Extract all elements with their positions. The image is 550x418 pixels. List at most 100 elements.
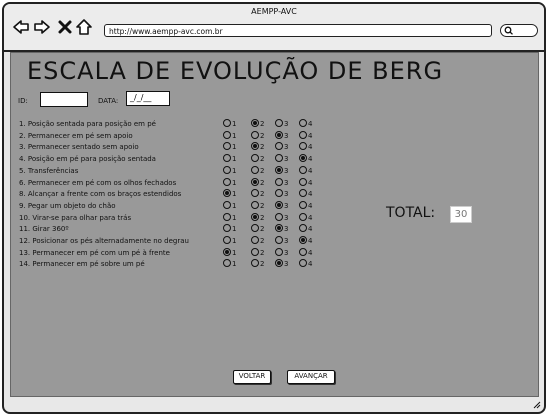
radio-button[interactable]	[223, 154, 231, 163]
score-option[interactable]: 1	[223, 177, 236, 188]
score-option[interactable]: 4	[299, 224, 312, 234]
radio-button[interactable]	[251, 165, 259, 174]
radio-button[interactable]	[251, 142, 259, 151]
radio-button[interactable]	[251, 177, 259, 186]
radio-button[interactable]	[223, 165, 231, 174]
radio-button[interactable]	[251, 259, 259, 268]
radio-button[interactable]	[275, 154, 283, 163]
score-option[interactable]: 1	[223, 200, 236, 211]
score-option[interactable]: 3	[275, 259, 288, 269]
score-option[interactable]: 4	[299, 130, 312, 141]
radio-button[interactable]	[299, 177, 307, 186]
score-option[interactable]: 1	[223, 224, 236, 234]
score-option[interactable]: 1	[223, 165, 236, 176]
radio-button[interactable]	[223, 212, 231, 221]
radio-button[interactable]	[223, 236, 231, 244]
score-option[interactable]: 3	[275, 142, 288, 152]
radio-button[interactable]	[275, 165, 283, 174]
date-field[interactable]: _/_/__	[126, 91, 170, 106]
score-option[interactable]: 4	[299, 200, 312, 211]
score-option[interactable]: 4	[299, 259, 312, 269]
radio-button[interactable]	[275, 224, 283, 233]
next-button[interactable]: AVANÇAR	[287, 370, 335, 384]
url-input[interactable]: http://www.aempp-avc.com.br	[104, 24, 492, 37]
score-option[interactable]: 3	[275, 177, 288, 188]
score-option[interactable]: 2	[251, 142, 264, 152]
score-option[interactable]: 2	[251, 165, 264, 176]
score-option[interactable]: 1	[223, 236, 236, 246]
radio-button[interactable]	[299, 130, 307, 139]
score-option[interactable]: 4	[299, 189, 312, 199]
radio-button[interactable]	[223, 200, 231, 209]
score-option[interactable]: 1	[223, 189, 236, 199]
radio-button[interactable]	[223, 247, 231, 256]
radio-button[interactable]	[275, 177, 283, 186]
id-field[interactable]	[40, 92, 88, 107]
score-option[interactable]: 2	[251, 247, 264, 258]
radio-button[interactable]	[299, 259, 307, 268]
score-option[interactable]: 1	[223, 212, 236, 223]
radio-button[interactable]	[251, 189, 259, 198]
radio-button[interactable]	[223, 142, 231, 151]
score-option[interactable]: 2	[251, 224, 264, 234]
score-option[interactable]: 3	[275, 189, 288, 199]
score-option[interactable]: 1	[223, 119, 236, 129]
score-option[interactable]: 2	[251, 130, 264, 141]
back-button[interactable]: VOLTAR	[233, 370, 271, 384]
radio-button[interactable]	[275, 259, 283, 268]
score-option[interactable]: 3	[275, 119, 288, 129]
radio-button[interactable]	[223, 259, 231, 268]
radio-button[interactable]	[299, 247, 307, 256]
score-option[interactable]: 1	[223, 142, 236, 152]
radio-button[interactable]	[223, 177, 231, 186]
score-option[interactable]: 2	[251, 259, 264, 269]
score-option[interactable]: 1	[223, 247, 236, 258]
radio-button[interactable]	[299, 165, 307, 174]
radio-button[interactable]	[299, 154, 307, 163]
score-option[interactable]: 2	[251, 212, 264, 223]
radio-button[interactable]	[223, 119, 231, 127]
radio-button[interactable]	[299, 200, 307, 209]
score-option[interactable]: 3	[275, 236, 288, 246]
radio-button[interactable]	[275, 119, 283, 127]
radio-button[interactable]	[251, 130, 259, 139]
radio-button[interactable]	[275, 200, 283, 209]
radio-button[interactable]	[275, 130, 283, 139]
score-option[interactable]: 2	[251, 177, 264, 188]
score-option[interactable]: 2	[251, 200, 264, 211]
score-option[interactable]: 4	[299, 154, 312, 164]
radio-button[interactable]	[223, 189, 231, 198]
score-option[interactable]: 3	[275, 130, 288, 141]
score-option[interactable]: 2	[251, 154, 264, 164]
radio-button[interactable]	[299, 119, 307, 127]
score-option[interactable]: 3	[275, 200, 288, 211]
radio-button[interactable]	[299, 142, 307, 151]
score-option[interactable]: 4	[299, 142, 312, 152]
score-option[interactable]: 2	[251, 119, 264, 129]
score-option[interactable]: 4	[299, 165, 312, 176]
score-option[interactable]: 3	[275, 165, 288, 176]
close-icon[interactable]	[56, 18, 74, 36]
radio-button[interactable]	[275, 236, 283, 244]
radio-button[interactable]	[275, 189, 283, 198]
score-option[interactable]: 4	[299, 236, 312, 246]
radio-button[interactable]	[299, 189, 307, 198]
search-input[interactable]	[500, 24, 538, 37]
arrow-right-icon[interactable]	[33, 18, 51, 36]
score-option[interactable]: 4	[299, 177, 312, 188]
radio-button[interactable]	[299, 236, 307, 244]
radio-button[interactable]	[251, 154, 259, 163]
radio-button[interactable]	[275, 142, 283, 151]
radio-button[interactable]	[223, 224, 231, 233]
score-option[interactable]: 4	[299, 247, 312, 258]
radio-button[interactable]	[275, 212, 283, 221]
home-icon[interactable]	[75, 18, 93, 36]
radio-button[interactable]	[251, 212, 259, 221]
score-option[interactable]: 3	[275, 247, 288, 258]
radio-button[interactable]	[251, 119, 259, 127]
arrow-left-icon[interactable]	[12, 18, 30, 36]
score-option[interactable]: 4	[299, 119, 312, 129]
score-option[interactable]: 2	[251, 189, 264, 199]
radio-button[interactable]	[251, 236, 259, 244]
score-option[interactable]: 4	[299, 212, 312, 223]
